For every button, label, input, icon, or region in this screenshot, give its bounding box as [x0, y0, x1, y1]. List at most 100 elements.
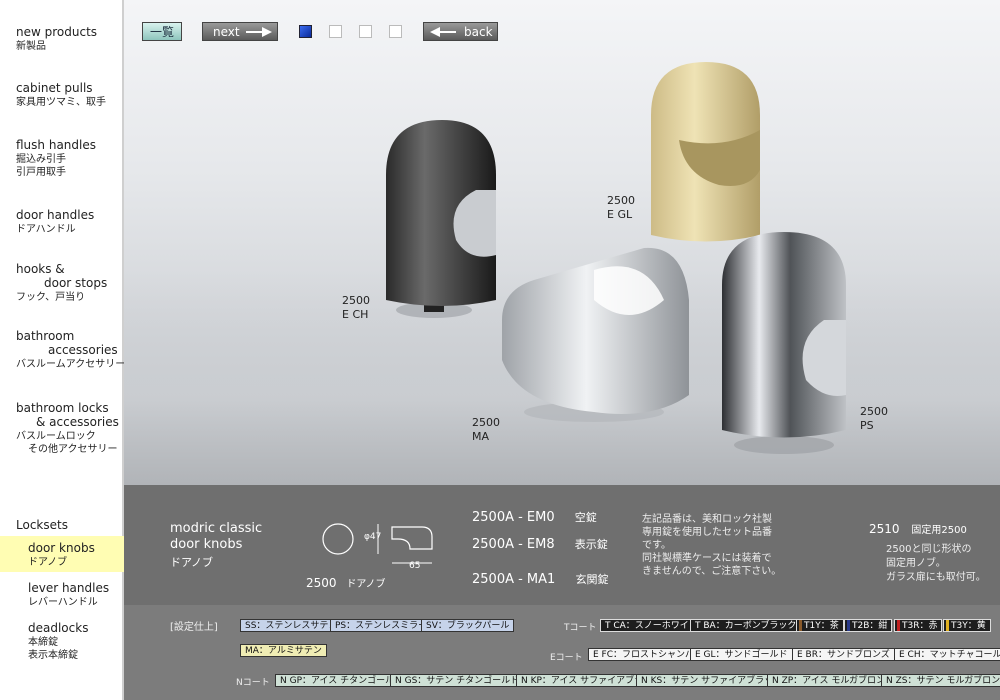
nav-label: & accessories — [36, 415, 119, 429]
nav-hooks-door-stops[interactable]: hooks & door stops フック、戸当り — [16, 262, 107, 304]
note-line: 専用錠を使用したセット品番 — [642, 527, 772, 538]
finish-chip-t1y[interactable]: T1Y：茶 — [796, 619, 844, 632]
chip-label: T2B：紺 — [852, 621, 888, 631]
knob-label-ech: 2500 E CH — [342, 294, 370, 322]
model-label: 2500 ドアノブ — [306, 575, 385, 590]
nav-label-ja: ドアハンドル — [16, 224, 76, 235]
finish-chip-ngp[interactable]: N GP：アイス チタンゴールド — [275, 674, 409, 687]
finish-chip-t3y[interactable]: T3Y：黄 — [943, 619, 991, 632]
series-title: modric classic door knobs ドアノブ — [170, 521, 262, 571]
variant-type: 玄関錠 — [575, 573, 609, 586]
finish-chip-ech[interactable]: E CH：マットチャコール — [894, 648, 1000, 661]
nav-label-ja: その他アクセサリー — [28, 444, 118, 455]
fixed-code: 2510 — [869, 522, 900, 536]
note-line: 同社製標準ケースには装着で — [642, 553, 772, 564]
nav-label-ja: バスルームロック — [16, 431, 96, 442]
chip-label: T1Y：茶 — [804, 621, 839, 631]
n-coat-label: Nコート — [236, 678, 270, 688]
note-line: ガラス扉にも取付可。 — [886, 572, 986, 583]
knob-code: 2500 — [342, 294, 370, 307]
finish-chip-t3r[interactable]: T3R：赤 — [894, 619, 943, 632]
t-coat-label: Tコート — [564, 623, 597, 633]
knob-code: 2500 — [860, 405, 888, 418]
nav-label-ja: バスルームアクセサリー — [16, 359, 126, 370]
dim-length: 65 — [409, 561, 421, 571]
nav-label: cabinet pulls — [16, 81, 93, 95]
note-line: きませんので、ご注意下さい。 — [642, 566, 782, 577]
nav-label-ja: フック、戸当り — [16, 292, 86, 303]
series-line-2: door knobs — [170, 537, 243, 552]
nav-label: door stops — [44, 276, 108, 290]
nav-label-ja: レバーハンドル — [28, 597, 98, 608]
nav-label-ja: ドアノブ — [28, 557, 68, 568]
knob-finish: E GL — [607, 208, 633, 221]
nav-label-ja: 新製品 — [16, 41, 46, 52]
finish-chip-sv[interactable]: SV：ブラックパール — [421, 619, 515, 632]
variant-code: 2500A - MA1 — [472, 572, 556, 587]
fixed-knob-note: 2500と同じ形状の 固定用ノブ。 ガラス扉にも取付可。 — [886, 543, 986, 585]
product-photo: 一覧 next back 2500 E CH 2500 E GL 2500 MA… — [124, 0, 1000, 485]
nav-label: bathroom — [16, 329, 75, 343]
nav-label: door handles — [16, 208, 95, 222]
nav-label: door knobs — [28, 541, 95, 555]
finish-chip-ps[interactable]: PS：ステンレスミラー — [330, 619, 433, 632]
note-line: 左記品番は、美和ロック社製 — [642, 514, 772, 525]
knob-code: 2500 — [472, 416, 500, 429]
knob-code: 2500 — [607, 194, 635, 207]
nav-label: flush handles — [16, 138, 96, 152]
nav-cabinet-pulls[interactable]: cabinet pulls 家具用ツマミ、取手 — [16, 81, 106, 109]
nav-door-knobs-active[interactable]: door knobs ドアノブ — [0, 536, 124, 572]
dim-diameter: φ47 — [364, 532, 382, 542]
variant-row: 2500A - MA1 玄関錠 — [472, 571, 608, 587]
finish-chip-t2b[interactable]: T2B：紺 — [844, 619, 893, 632]
knob-finish: E CH — [342, 308, 369, 321]
nav-new-products[interactable]: new products 新製品 — [16, 25, 97, 53]
nav-lever-handles[interactable]: lever handles レバーハンドル — [28, 581, 109, 609]
finish-chip-nzs[interactable]: N ZS：サテン モルガブロンズ — [881, 674, 1000, 687]
nav-label: accessories — [48, 343, 118, 357]
finish-chip-nzp[interactable]: N ZP：アイス モルガブロンズ — [767, 674, 899, 687]
nav-door-knobs[interactable]: door knobs ドアノブ — [28, 541, 95, 569]
compat-note: 左記品番は、美和ロック社製 専用錠を使用したセット品番 です。 同社製標準ケース… — [642, 513, 781, 578]
nav-label: hooks & — [16, 262, 65, 276]
nav-label: bathroom locks — [16, 401, 109, 415]
note-line: 2500と同じ形状の — [886, 544, 972, 555]
finish-chip-tca[interactable]: T CA：スノーホワイト — [600, 619, 703, 632]
nav-door-handles[interactable]: door handles ドアハンドル — [16, 208, 94, 236]
swatch-brown — [799, 620, 802, 631]
nav-flush-handles[interactable]: flush handles 掘込み引手 引戸用取手 — [16, 138, 96, 179]
swatch-yellow — [946, 620, 949, 631]
chip-label: T3Y：黄 — [951, 621, 986, 631]
finish-chip-ss[interactable]: SS：ステンレスサテン — [240, 619, 343, 632]
nav-label: lever handles — [28, 581, 110, 595]
finish-chip-ngs[interactable]: N GS：サテン チタンゴールド — [390, 674, 525, 687]
knob-label-ma: 2500 MA — [472, 416, 500, 444]
variant-code: 2500A - EM8 — [472, 537, 555, 552]
sidebar-nav: new products 新製品 cabinet pulls 家具用ツマミ、取手… — [0, 0, 125, 700]
nav-label: deadlocks — [28, 621, 89, 635]
finish-chip-ma[interactable]: MA：アルミサテン — [240, 644, 327, 657]
nav-locksets-heading[interactable]: Locksets — [16, 518, 68, 532]
variant-row: 2500A - EM0 空錠 — [472, 509, 597, 525]
finish-chip-ebr[interactable]: E BR：サンドブロンズ — [792, 648, 895, 661]
nav-bathroom-accessories[interactable]: bathroom accessories バスルームアクセサリー — [16, 329, 125, 371]
nav-bathroom-locks[interactable]: bathroom locks & accessories バスルームロック その… — [16, 401, 119, 456]
fixed-label: 固定用2500 — [911, 525, 967, 536]
finish-chip-tba[interactable]: T BA：カーボンブラック — [690, 619, 802, 632]
finish-chip-egl[interactable]: E GL：サンドゴールド — [690, 648, 793, 661]
variant-row: 2500A - EM8 表示錠 — [472, 536, 608, 552]
series-line-1: modric classic — [170, 521, 263, 536]
model-code: 2500 — [306, 576, 337, 590]
nav-label-ja: 引戸用取手 — [16, 167, 66, 178]
chip-label: T3R：赤 — [902, 621, 938, 631]
note-line: 固定用ノブ。 — [886, 558, 946, 569]
series-ja: ドアノブ — [170, 556, 214, 569]
nav-label-ja: 本締錠 — [28, 637, 58, 648]
finish-spec-bar: [設定仕上] SS：ステンレスサテン PS：ステンレスミラー SV：ブラックパー… — [124, 605, 1000, 700]
nav-label: Locksets — [16, 518, 68, 532]
product-info-bar: modric classic door knobs ドアノブ φ47 65 25… — [124, 485, 1000, 605]
nav-deadlocks[interactable]: deadlocks 本締錠 表示本締錠 — [28, 621, 88, 662]
finish-chip-nks[interactable]: N KS：サテン サファイアブラック — [636, 674, 788, 687]
nav-label: new products — [16, 25, 98, 39]
model-ja: ドアノブ — [346, 579, 386, 590]
